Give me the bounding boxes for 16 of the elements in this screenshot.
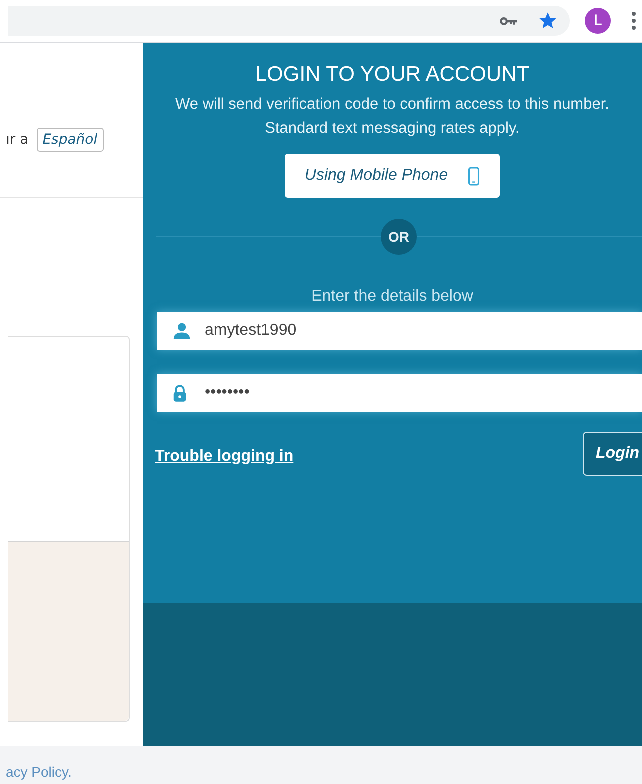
phone-icon (468, 166, 480, 186)
login-title: LOGIN TO YOUR ACCOUNT (255, 63, 530, 87)
language-prompt: ır a (6, 132, 29, 148)
menu-icon[interactable] (632, 12, 636, 30)
mobile-phone-button[interactable]: Using Mobile Phone (285, 154, 500, 198)
username-field[interactable]: amytest1990 (157, 312, 642, 350)
trouble-logging-in-link[interactable]: Trouble logging in (155, 448, 294, 466)
login-button[interactable]: Login (583, 432, 642, 476)
star-icon[interactable] (538, 11, 558, 31)
key-icon[interactable] (500, 16, 518, 26)
language-button[interactable]: Español (36, 128, 104, 152)
profile-avatar[interactable]: L (585, 8, 611, 34)
info-text: We will send verification code to confirm access to this number. (176, 95, 610, 115)
info-text: Standard text messaging rates apply. (265, 119, 520, 139)
password-field[interactable]: •••••••• (157, 374, 642, 412)
details-prompt: Enter the details below (312, 288, 474, 306)
